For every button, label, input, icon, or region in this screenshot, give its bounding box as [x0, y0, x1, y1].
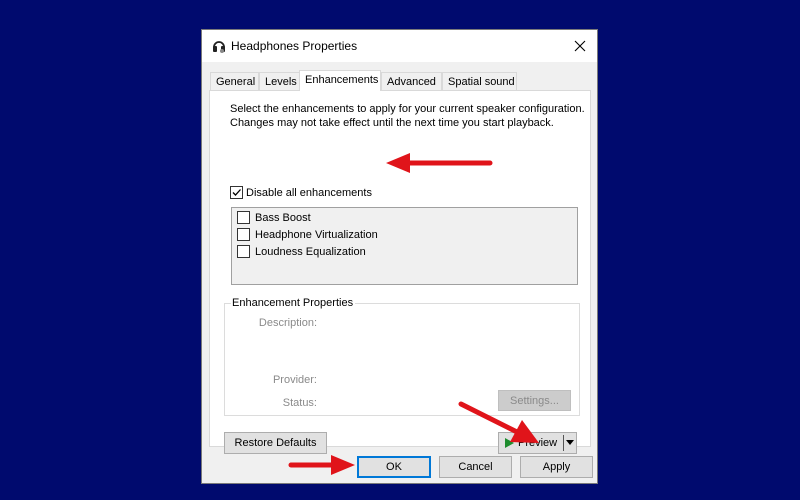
disable-all-label: Disable all enhancements	[246, 186, 372, 199]
checkmark-icon	[232, 189, 241, 196]
apply-button[interactable]: Apply	[520, 456, 593, 478]
list-item-headphone-virtualization[interactable]: Headphone Virtualization	[237, 228, 378, 241]
headphone-virtualization-checkbox[interactable]	[237, 228, 250, 241]
tab-label: Enhancements	[305, 74, 379, 86]
play-icon	[505, 438, 514, 448]
group-title: Enhancement Properties	[231, 297, 356, 309]
tab-advanced[interactable]: Advanced	[381, 72, 442, 90]
loudness-equalization-checkbox[interactable]	[237, 245, 250, 258]
dropdown-arrow-icon[interactable]	[566, 440, 574, 445]
tab-general[interactable]: General	[210, 72, 259, 90]
split-divider	[563, 435, 564, 451]
tab-levels[interactable]: Levels	[259, 72, 300, 90]
title-bar: Headphones Properties	[202, 30, 597, 62]
tab-label: Levels	[265, 76, 297, 88]
enhancements-list: Bass Boost Headphone Virtualization Loud…	[231, 207, 578, 285]
disable-all-enhancements-row[interactable]: Disable all enhancements	[230, 186, 372, 199]
description-label: Description:	[258, 317, 317, 329]
tab-label: Advanced	[387, 76, 436, 88]
enhancements-panel: Select the enhancements to apply for you…	[209, 90, 591, 454]
preview-label: Preview	[518, 437, 558, 449]
enhancement-properties-group: Enhancement Properties Description: Prov…	[224, 297, 580, 416]
headphone-virtualization-label: Headphone Virtualization	[255, 228, 378, 241]
window-title: Headphones Properties	[231, 39, 358, 53]
tab-enhancements[interactable]: Enhancements	[299, 70, 381, 91]
list-item-bass-boost[interactable]: Bass Boost	[237, 211, 311, 224]
tab-label: Spatial sound	[448, 76, 515, 88]
cancel-button[interactable]: Cancel	[439, 456, 512, 478]
restore-defaults-button[interactable]: Restore Defaults	[224, 432, 327, 454]
list-item-loudness-equalization[interactable]: Loudness Equalization	[237, 245, 366, 258]
bass-boost-label: Bass Boost	[255, 211, 311, 224]
loudness-equalization-label: Loudness Equalization	[255, 245, 366, 258]
preview-button[interactable]: Preview	[498, 432, 577, 454]
properties-dialog: Headphones Properties General Levels Enh…	[201, 29, 598, 484]
settings-button[interactable]: Settings...	[498, 390, 571, 411]
close-icon	[574, 40, 586, 51]
status-label: Status:	[282, 397, 317, 409]
headphones-icon	[213, 41, 225, 53]
tab-spatial-sound[interactable]: Spatial sound	[442, 72, 517, 90]
ok-button[interactable]: OK	[357, 456, 431, 478]
bass-boost-checkbox[interactable]	[237, 211, 250, 224]
close-button[interactable]	[563, 30, 597, 61]
provider-label: Provider:	[272, 374, 317, 386]
enhancements-description: Select the enhancements to apply for you…	[230, 103, 585, 129]
tab-label: General	[216, 76, 256, 88]
disable-all-checkbox[interactable]	[230, 186, 243, 199]
